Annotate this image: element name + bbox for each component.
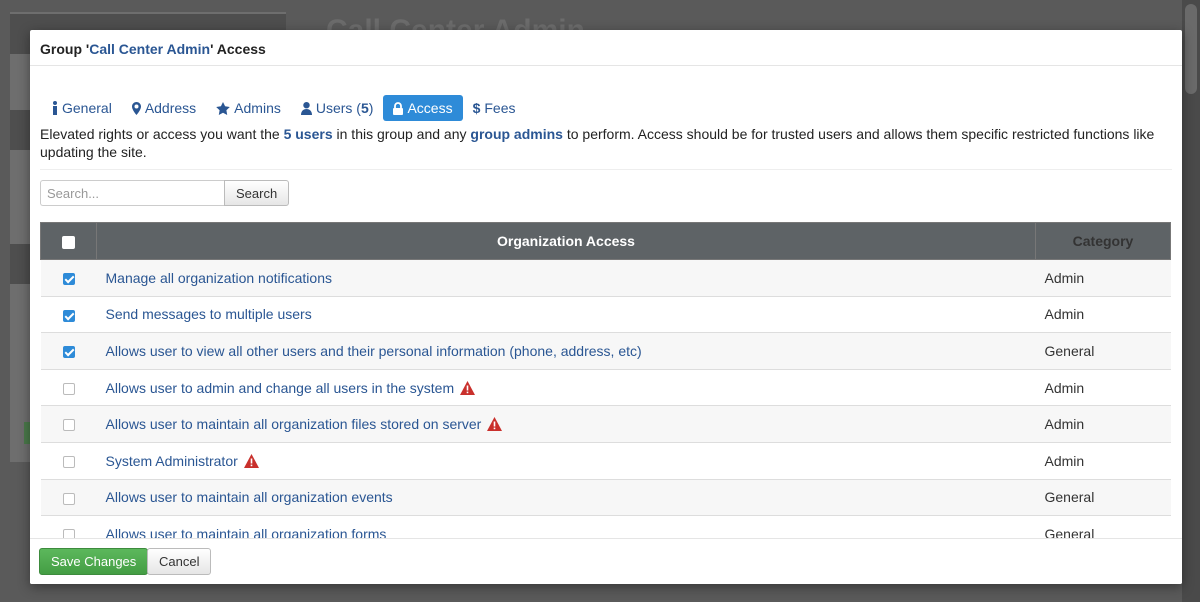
row-checkbox-cell bbox=[40, 442, 97, 480]
modal-title-group: Call Center Admin bbox=[89, 41, 211, 57]
table-header-row: Organization Access Category bbox=[40, 222, 1171, 260]
row-checkbox[interactable] bbox=[62, 346, 75, 359]
row-checkbox-cell bbox=[40, 296, 97, 334]
category-cell: Admin bbox=[1035, 296, 1171, 334]
table-row[interactable]: Allows user to maintain all organization… bbox=[40, 405, 1171, 443]
modal-title: Group 'Call Center Admin' Access bbox=[30, 30, 1182, 66]
row-checkbox[interactable] bbox=[62, 309, 75, 322]
star-icon bbox=[216, 101, 230, 115]
category-cell: Admin bbox=[1035, 259, 1171, 297]
warning-icon bbox=[460, 380, 476, 395]
row-checkbox-cell bbox=[40, 405, 97, 443]
tab-address[interactable]: Address bbox=[122, 95, 206, 121]
row-checkbox-cell bbox=[40, 515, 97, 538]
modal-title-prefix: Group ' bbox=[40, 41, 90, 57]
access-name-cell: Allows user to maintain all organization… bbox=[96, 515, 1036, 538]
access-name[interactable]: Send messages to multiple users bbox=[106, 306, 312, 322]
table-row[interactable]: Manage all organization notifications Adm… bbox=[40, 259, 1171, 297]
access-name-cell: System Administrator bbox=[96, 442, 1036, 480]
tab-general-label: General bbox=[62, 100, 112, 116]
category-header[interactable]: Category bbox=[1035, 222, 1171, 260]
info-icon bbox=[53, 101, 57, 115]
tab-users-count: 5 bbox=[360, 100, 369, 116]
access-table: Organization Access Category Manage all … bbox=[40, 222, 1171, 538]
access-name[interactable]: Manage all organization notifications bbox=[106, 270, 332, 286]
page-scrollbar[interactable] bbox=[1182, 0, 1200, 602]
row-checkbox-cell bbox=[40, 259, 97, 297]
user-icon bbox=[300, 101, 312, 115]
access-name-cell: Allows user to maintain all organization… bbox=[96, 479, 1036, 517]
tab-admins[interactable]: Admins bbox=[206, 95, 291, 121]
select-all-header bbox=[40, 222, 97, 260]
table-row[interactable]: Allows user to maintain all organization… bbox=[40, 479, 1171, 517]
row-checkbox[interactable] bbox=[62, 382, 75, 395]
dollar-icon: $ bbox=[472, 100, 481, 116]
lock-icon bbox=[393, 101, 404, 115]
access-name[interactable]: Allows user to view all other users and … bbox=[106, 343, 642, 359]
row-checkbox-cell bbox=[40, 369, 97, 407]
users-count-link[interactable]: 5 users bbox=[284, 126, 333, 142]
table-row[interactable]: Allows user to admin and change all user… bbox=[40, 369, 1171, 407]
tab-access[interactable]: Access bbox=[383, 95, 463, 121]
search-bar: Search bbox=[40, 180, 290, 206]
search-button[interactable]: Search bbox=[224, 180, 290, 206]
tab-fees-label: Fees bbox=[484, 100, 516, 116]
select-all-checkbox[interactable] bbox=[62, 235, 75, 249]
access-name[interactable]: Allows user to maintain all organization… bbox=[106, 416, 482, 432]
access-name-cell: Manage all organization notifications bbox=[96, 259, 1036, 297]
row-checkbox-cell bbox=[40, 332, 97, 370]
row-checkbox[interactable] bbox=[62, 273, 75, 286]
access-name-cell: Allows user to admin and change all user… bbox=[96, 369, 1036, 407]
cancel-button[interactable]: Cancel bbox=[147, 548, 212, 575]
category-cell: General bbox=[1035, 479, 1171, 517]
row-checkbox[interactable] bbox=[62, 419, 75, 432]
table-row[interactable]: System Administrator Admin bbox=[40, 442, 1171, 480]
description-text: in this group and any bbox=[332, 126, 471, 142]
access-name-cell: Allows user to maintain all organization… bbox=[96, 405, 1036, 443]
access-table-body: Manage all organization notifications Adm… bbox=[40, 259, 1171, 538]
access-name[interactable]: Allows user to admin and change all user… bbox=[106, 380, 455, 396]
search-input[interactable] bbox=[40, 180, 224, 206]
group-access-modal: Group 'Call Center Admin' Access General… bbox=[30, 30, 1182, 584]
table-row[interactable]: Send messages to multiple users Admin bbox=[40, 296, 1171, 334]
table-row[interactable]: Allows user to view all other users and … bbox=[40, 332, 1171, 370]
category-cell: Admin bbox=[1035, 369, 1171, 407]
row-checkbox-cell bbox=[40, 479, 97, 517]
category-cell: Admin bbox=[1035, 442, 1171, 480]
row-checkbox[interactable] bbox=[62, 529, 75, 538]
tab-fees[interactable]: $ Fees bbox=[463, 95, 526, 121]
modal-footer: Save Changes Cancel bbox=[30, 538, 1182, 584]
access-name-cell: Send messages to multiple users bbox=[96, 296, 1036, 334]
scrollbar-thumb[interactable] bbox=[1185, 4, 1197, 94]
access-name[interactable]: System Administrator bbox=[106, 453, 238, 469]
row-checkbox[interactable] bbox=[62, 456, 75, 469]
tab-address-label: Address bbox=[144, 100, 197, 116]
access-table-container[interactable]: Organization Access Category Manage all … bbox=[40, 222, 1172, 538]
access-name-cell: Allows user to view all other users and … bbox=[96, 332, 1036, 370]
tab-admins-label: Admins bbox=[234, 100, 281, 116]
access-name[interactable]: Allows user to maintain all organization… bbox=[106, 526, 387, 538]
map-marker-icon bbox=[131, 101, 141, 115]
tab-users[interactable]: Users (5) bbox=[291, 95, 384, 121]
modal-title-suffix: ' Access bbox=[210, 41, 266, 57]
warning-icon bbox=[243, 453, 259, 468]
category-cell: Admin bbox=[1035, 405, 1171, 443]
group-admins-link[interactable]: group admins bbox=[470, 126, 563, 142]
access-name[interactable]: Allows user to maintain all organization… bbox=[106, 489, 393, 505]
table-row[interactable]: Allows user to maintain all organization… bbox=[40, 515, 1171, 538]
organization-access-header[interactable]: Organization Access bbox=[96, 222, 1036, 260]
warning-icon bbox=[487, 417, 503, 432]
tab-users-label: Users bbox=[315, 100, 353, 116]
modal-tabs: General Address Admins Users (5) Access … bbox=[42, 95, 526, 121]
description-text: Elevated rights or access you want the bbox=[40, 126, 284, 142]
save-changes-button[interactable]: Save Changes bbox=[39, 548, 149, 575]
divider bbox=[40, 169, 1172, 170]
tab-access-label: Access bbox=[407, 100, 453, 116]
row-checkbox[interactable] bbox=[62, 492, 75, 505]
access-description: Elevated rights or access you want the 5… bbox=[40, 125, 1172, 161]
tab-general[interactable]: General bbox=[42, 95, 122, 121]
category-cell: General bbox=[1035, 332, 1171, 370]
category-cell: General bbox=[1035, 515, 1171, 538]
